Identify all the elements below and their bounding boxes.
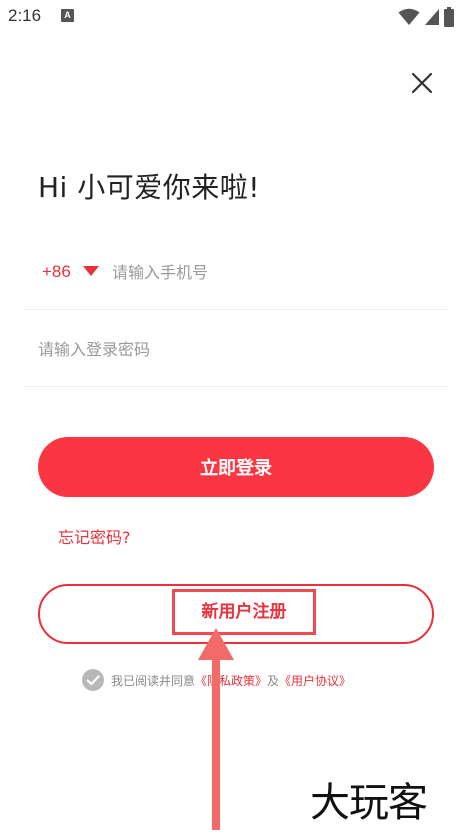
watermark-logo: 大玩客: [310, 780, 428, 826]
agreement-text: 我已阅读并同意: [111, 673, 196, 688]
close-button[interactable]: [405, 66, 439, 100]
wifi-icon: [398, 8, 420, 25]
status-bar: 2:16 A: [0, 0, 472, 34]
password-field-row: [24, 310, 448, 387]
phone-input[interactable]: [112, 255, 412, 289]
status-icons: [398, 7, 454, 27]
forgot-password-link[interactable]: 忘记密码?: [58, 524, 131, 548]
status-time: 2:16: [8, 6, 42, 25]
login-button[interactable]: 立即登录: [38, 437, 434, 497]
password-input[interactable]: [38, 332, 418, 366]
annotation-arrow-icon: [198, 628, 234, 830]
annotation-highlight-box: [172, 589, 316, 635]
country-code-selector[interactable]: +86: [42, 262, 71, 282]
battery-icon: [444, 7, 454, 27]
agreement-joiner: 及: [267, 673, 280, 688]
page-title: Hi 小可爱你来啦!: [38, 171, 260, 204]
notification-badge: A: [61, 9, 74, 22]
user-agreement-link[interactable]: 《用户协议》: [279, 672, 351, 689]
phone-field-row: +86: [24, 233, 448, 310]
checkbox-checked-icon[interactable]: [82, 669, 104, 691]
signal-icon: [425, 9, 439, 25]
caret-down-icon[interactable]: [82, 265, 100, 277]
close-icon: [411, 72, 433, 94]
